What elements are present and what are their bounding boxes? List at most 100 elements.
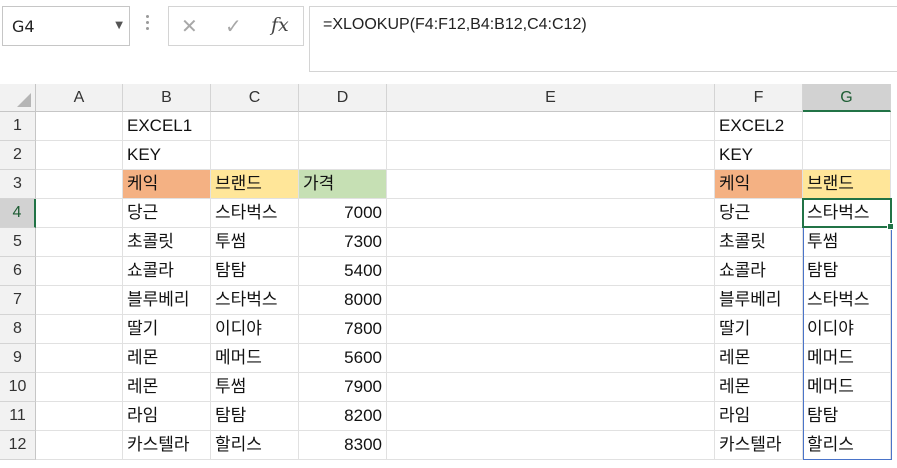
cell-g6[interactable]: 탐탐	[803, 257, 891, 286]
chevron-down-icon[interactable]: ▼	[115, 20, 123, 31]
cell-b6[interactable]: 쇼콜라	[123, 257, 211, 286]
cell-c8[interactable]: 이디야	[211, 315, 299, 344]
cell-e8[interactable]	[387, 315, 715, 344]
cell-f12[interactable]: 카스텔라	[715, 431, 803, 460]
row-header-8[interactable]: 8	[0, 315, 36, 344]
cell-a5[interactable]	[36, 228, 123, 257]
cell-a4[interactable]	[36, 199, 123, 228]
cell-d4[interactable]: 7000	[299, 199, 387, 228]
cell-f5[interactable]: 초콜릿	[715, 228, 803, 257]
cell-a8[interactable]	[36, 315, 123, 344]
cell-g8[interactable]: 이디야	[803, 315, 891, 344]
row-header-7[interactable]: 7	[0, 286, 36, 315]
cell-e3[interactable]	[387, 170, 715, 199]
cell-b7[interactable]: 블루베리	[123, 286, 211, 315]
cell-e1[interactable]	[387, 112, 715, 141]
cell-a6[interactable]	[36, 257, 123, 286]
row-header-10[interactable]: 10	[0, 373, 36, 402]
cell-c2[interactable]	[211, 141, 299, 170]
row-header-4[interactable]: 4	[0, 199, 36, 228]
cell-b11[interactable]: 라임	[123, 402, 211, 431]
cell-e2[interactable]	[387, 141, 715, 170]
cell-g9[interactable]: 메머드	[803, 344, 891, 373]
cell-c7[interactable]: 스타벅스	[211, 286, 299, 315]
cell-a7[interactable]	[36, 286, 123, 315]
cell-c4[interactable]: 스타벅스	[211, 199, 299, 228]
cell-d7[interactable]: 8000	[299, 286, 387, 315]
check-icon[interactable]: ✓	[225, 14, 242, 38]
cell-g3[interactable]: 브랜드	[803, 170, 891, 199]
cell-a1[interactable]	[36, 112, 123, 141]
cell-f8[interactable]: 딸기	[715, 315, 803, 344]
cell-g7[interactable]: 스타벅스	[803, 286, 891, 315]
formula-input[interactable]: =XLOOKUP(F4:F12,B4:B12,C4:C12)	[309, 6, 897, 72]
cell-c9[interactable]: 메머드	[211, 344, 299, 373]
cell-a11[interactable]	[36, 402, 123, 431]
cell-g12[interactable]: 할리스	[803, 431, 891, 460]
row-header-1[interactable]: 1	[0, 112, 36, 141]
cell-g2[interactable]	[803, 141, 891, 170]
cell-b8[interactable]: 딸기	[123, 315, 211, 344]
row-header-11[interactable]: 11	[0, 402, 36, 431]
drag-handle-icon[interactable]	[146, 12, 150, 36]
name-box[interactable]: G4 ▼	[2, 6, 130, 46]
cell-g5[interactable]: 투썸	[803, 228, 891, 257]
row-header-3[interactable]: 3	[0, 170, 36, 199]
row-header-5[interactable]: 5	[0, 228, 36, 257]
cell-c5[interactable]: 투썸	[211, 228, 299, 257]
cell-e5[interactable]	[387, 228, 715, 257]
column-header-g[interactable]: G	[803, 84, 891, 112]
cell-g11[interactable]: 탐탐	[803, 402, 891, 431]
cell-d5[interactable]: 7300	[299, 228, 387, 257]
cell-f7[interactable]: 블루베리	[715, 286, 803, 315]
cell-e10[interactable]	[387, 373, 715, 402]
cell-f4[interactable]: 당근	[715, 199, 803, 228]
cell-b10[interactable]: 레몬	[123, 373, 211, 402]
cell-f2[interactable]: KEY	[715, 141, 803, 170]
cell-a12[interactable]	[36, 431, 123, 460]
cell-c10[interactable]: 투썸	[211, 373, 299, 402]
cell-d11[interactable]: 8200	[299, 402, 387, 431]
cell-b1[interactable]: EXCEL1	[123, 112, 211, 141]
insert-function-icon[interactable]: fx	[271, 14, 289, 36]
row-header-9[interactable]: 9	[0, 344, 36, 373]
cell-e9[interactable]	[387, 344, 715, 373]
cell-c3[interactable]: 브랜드	[211, 170, 299, 199]
cell-e6[interactable]	[387, 257, 715, 286]
cell-a9[interactable]	[36, 344, 123, 373]
cell-e12[interactable]	[387, 431, 715, 460]
row-header-6[interactable]: 6	[0, 257, 36, 286]
cell-d10[interactable]: 7900	[299, 373, 387, 402]
cell-g4[interactable]: 스타벅스	[803, 199, 891, 228]
cell-d3[interactable]: 가격	[299, 170, 387, 199]
cell-b12[interactable]: 카스텔라	[123, 431, 211, 460]
close-icon[interactable]: ✕	[181, 14, 198, 38]
select-all-button[interactable]	[0, 84, 36, 112]
column-header-f[interactable]: F	[715, 84, 803, 112]
cell-d8[interactable]: 7800	[299, 315, 387, 344]
cell-a10[interactable]	[36, 373, 123, 402]
cell-a2[interactable]	[36, 141, 123, 170]
cell-f1[interactable]: EXCEL2	[715, 112, 803, 141]
cell-b3[interactable]: 케익	[123, 170, 211, 199]
column-header-c[interactable]: C	[211, 84, 299, 112]
cell-d9[interactable]: 5600	[299, 344, 387, 373]
cell-b2[interactable]: KEY	[123, 141, 211, 170]
cell-f10[interactable]: 레몬	[715, 373, 803, 402]
cell-d1[interactable]	[299, 112, 387, 141]
cell-c6[interactable]: 탐탐	[211, 257, 299, 286]
cell-e7[interactable]	[387, 286, 715, 315]
cell-d2[interactable]	[299, 141, 387, 170]
column-header-d[interactable]: D	[299, 84, 387, 112]
cell-f9[interactable]: 레몬	[715, 344, 803, 373]
cell-c11[interactable]: 탐탐	[211, 402, 299, 431]
cell-f6[interactable]: 쇼콜라	[715, 257, 803, 286]
column-header-a[interactable]: A	[36, 84, 123, 112]
row-header-2[interactable]: 2	[0, 141, 36, 170]
cell-f11[interactable]: 라임	[715, 402, 803, 431]
cell-b5[interactable]: 초콜릿	[123, 228, 211, 257]
cell-e11[interactable]	[387, 402, 715, 431]
column-header-e[interactable]: E	[387, 84, 715, 112]
cell-d12[interactable]: 8300	[299, 431, 387, 460]
cell-g10[interactable]: 메머드	[803, 373, 891, 402]
